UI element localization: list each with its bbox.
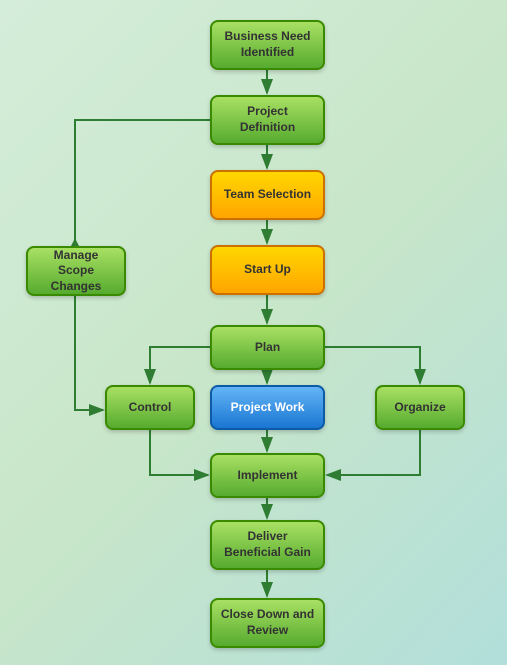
arrow-scope-from-projdef — [75, 120, 210, 246]
manage-scope-node: Manage Scope Changes — [26, 246, 126, 296]
arrow-plan-to-control — [150, 347, 210, 383]
project-definition-node: Project Definition — [210, 95, 325, 145]
deliver-node: Deliver Beneficial Gain — [210, 520, 325, 570]
implement-node: Implement — [210, 453, 325, 498]
arrow-scope-to-control — [75, 296, 103, 410]
arrowhead-scope-down — [71, 238, 79, 246]
diagram: Business Need Identified Project Definit… — [0, 0, 507, 665]
plan-node: Plan — [210, 325, 325, 370]
arrow-control-to-implement — [150, 430, 208, 475]
organize-node: Organize — [375, 385, 465, 430]
project-work-node: Project Work — [210, 385, 325, 430]
control-node: Control — [105, 385, 195, 430]
close-down-node: Close Down and Review — [210, 598, 325, 648]
arrow-organize-to-implement — [327, 430, 420, 475]
arrow-plan-to-organize — [325, 347, 420, 383]
business-need-node: Business Need Identified — [210, 20, 325, 70]
team-selection-node: Team Selection — [210, 170, 325, 220]
start-up-node: Start Up — [210, 245, 325, 295]
